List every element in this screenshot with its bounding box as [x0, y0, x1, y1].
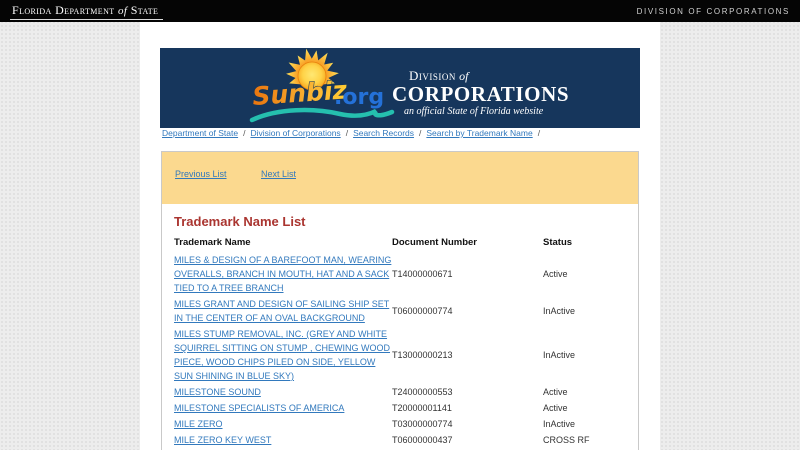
status-cell: CROSS RF: [543, 435, 590, 445]
division-of-corporations-text: Division of CORPORATIONS an official Sta…: [392, 69, 569, 117]
breadcrumb-separator: /: [345, 128, 349, 138]
trademark-name-cell: MILE ZERO: [174, 416, 392, 432]
table-row: MILES STUMP REMOVAL, INC. (GREY AND WHIT…: [174, 326, 628, 384]
trademark-name-cell: MILE ZERO KEY WEST: [174, 432, 392, 448]
breadcrumb-link[interactable]: Department of State: [162, 128, 238, 138]
division-of-word: of: [459, 69, 469, 83]
trademark-name-link[interactable]: MILESTONE SPECIALISTS OF AMERICA: [174, 403, 344, 413]
logo-text-suffix: State: [130, 2, 159, 17]
document-number-cell: T20000001141: [392, 403, 452, 413]
document-number-cell: T13000000213: [392, 350, 453, 360]
page-content: Sunbiz .org Division of CORPORATIONS an …: [140, 22, 660, 450]
trademark-name-cell: MILES & DESIGN OF A BAREFOOT MAN, WEARIN…: [174, 252, 392, 296]
next-list-link[interactable]: Next List: [261, 169, 296, 179]
sunbiz-banner: Sunbiz .org Division of CORPORATIONS an …: [160, 48, 640, 128]
trademark-name-link[interactable]: MILE ZERO: [174, 419, 223, 429]
logo-text-of: of: [117, 4, 128, 17]
table-row: MILES & DESIGN OF A BAREFOOT MAN, WEARIN…: [174, 252, 628, 296]
breadcrumb-separator: /: [419, 128, 422, 138]
division-line: Division of: [409, 69, 569, 83]
trademark-name-link[interactable]: MILES & DESIGN OF A BAREFOOT MAN, WEARIN…: [174, 255, 391, 293]
status-cell: Active: [543, 403, 568, 413]
trademark-name-cell: MILES STUMP REMOVAL, INC. (GREY AND WHIT…: [174, 326, 392, 384]
breadcrumb: Department of State / Division of Corporat…: [162, 128, 660, 138]
sunbiz-logo[interactable]: Sunbiz .org: [248, 48, 398, 128]
breadcrumb-link[interactable]: Search by Trademark Name: [426, 128, 532, 138]
table-row: MILE ZERO KEY WEST T06000000437 CROSS RF: [174, 432, 628, 448]
wave-swoosh-icon: [249, 107, 395, 123]
florida-department-of-state-logo[interactable]: Florida Department of State: [10, 2, 164, 20]
status-cell: InActive: [543, 306, 576, 316]
column-header-document-number: Document Number: [392, 237, 477, 248]
trademark-list-box: Previous List Next List Trademark Name L…: [161, 151, 639, 450]
top-bar: Florida Department of State Division of …: [0, 0, 800, 22]
pager-bar: Previous List Next List: [162, 152, 638, 204]
corporations-word: CORPORATIONS: [392, 82, 570, 106]
table-row: MILE ZERO T03000000774 InActive: [174, 416, 628, 432]
status-cell: Active: [543, 269, 568, 279]
logo-text-prefix: Florida Department: [12, 2, 115, 17]
table-header-row: Trademark Name Document Number Status: [174, 233, 628, 252]
breadcrumb-separator: /: [537, 128, 541, 138]
document-number-cell: T06000000774: [392, 306, 453, 316]
sunbiz-wordmark: Sunbiz .org: [251, 75, 384, 112]
page-title: Trademark Name List: [174, 214, 306, 229]
trademark-name-link[interactable]: MILES GRANT AND DESIGN OF SAILING SHIP S…: [174, 299, 389, 323]
table-row: MILES GRANT AND DESIGN OF SAILING SHIP S…: [174, 296, 628, 326]
breadcrumb-link[interactable]: Search Records: [353, 128, 414, 138]
official-website-tagline: an official State of Florida website: [404, 106, 544, 117]
division-word: Division: [409, 68, 456, 83]
document-number-cell: T03000000774: [392, 419, 453, 429]
trademark-name-cell: MILESTONE SOUND: [174, 384, 392, 400]
status-cell: InActive: [543, 350, 576, 360]
org-text: .org: [334, 85, 384, 110]
status-cell: InActive: [543, 419, 576, 429]
table-row: MILESTONE SOUND T24000000553 Active: [174, 384, 628, 400]
previous-list-link[interactable]: Previous List: [175, 169, 227, 179]
trademark-name-cell: MILES GRANT AND DESIGN OF SAILING SHIP S…: [174, 296, 392, 326]
trademark-name-cell: MILESTONE SPECIALISTS OF AMERICA: [174, 400, 392, 416]
trademark-table: Trademark Name Document Number Status MI…: [174, 233, 628, 450]
column-header-status: Status: [543, 237, 573, 248]
document-number-cell: T14000000671: [392, 269, 453, 279]
topbar-division-label: Division of Corporations: [636, 6, 790, 16]
trademark-name-link[interactable]: MILESTONE SOUND: [174, 387, 261, 397]
document-number-cell: T24000000553: [392, 387, 453, 397]
column-header-trademark-name: Trademark Name: [174, 237, 251, 248]
table-row: MILESTONE SPECIALISTS OF AMERICA T2000000…: [174, 400, 628, 416]
breadcrumb-separator: /: [243, 128, 246, 138]
trademark-name-link[interactable]: MILE ZERO KEY WEST: [174, 435, 271, 445]
status-cell: Active: [543, 387, 568, 397]
trademark-name-link[interactable]: MILES STUMP REMOVAL, INC. (GREY AND WHIT…: [174, 329, 390, 381]
document-number-cell: T06000000437: [392, 435, 453, 445]
breadcrumb-link[interactable]: Division of Corporations: [250, 128, 340, 138]
